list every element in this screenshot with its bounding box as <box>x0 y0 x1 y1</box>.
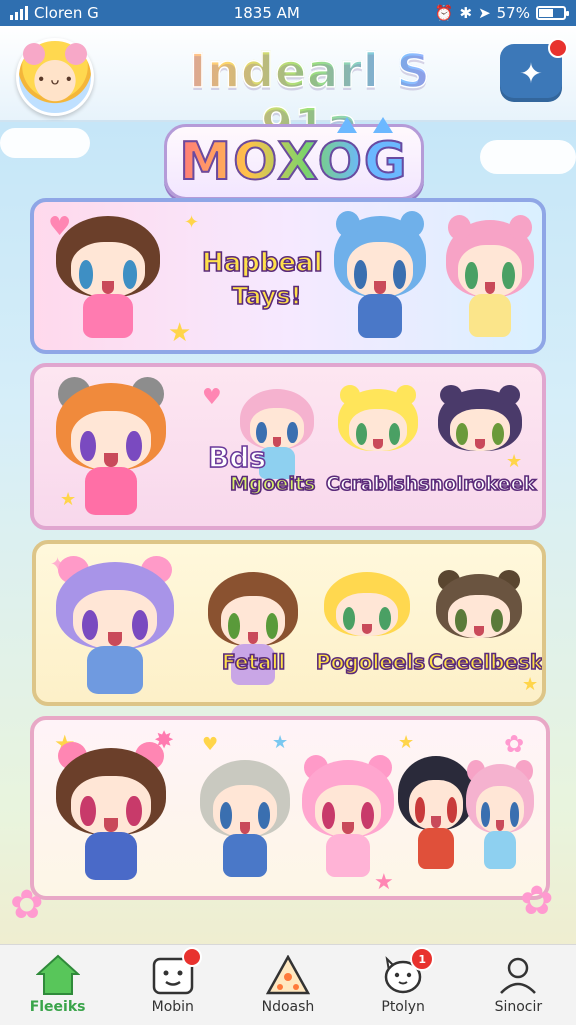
tab-label: Sinocir <box>494 999 543 1015</box>
bottom-tab-bar: Fleeiks Mobin Ndoash 1 Ptolyn Sinocir <box>0 944 576 1025</box>
tab-badge <box>181 947 202 967</box>
tab-label: Mobin <box>151 999 194 1015</box>
chibi-character[interactable] <box>56 216 160 346</box>
user-avatar[interactable]: • ᴗ • <box>16 38 94 116</box>
card-label: Hapbeal <box>201 247 323 279</box>
card-label: nolrokeek <box>429 472 537 496</box>
tab-home[interactable]: Fleeiks <box>8 945 108 1025</box>
chibi-character[interactable] <box>200 760 290 884</box>
chibi-character[interactable] <box>398 756 474 876</box>
card-label: Tays! <box>231 281 302 311</box>
star-icon: ★ <box>168 318 192 348</box>
game-logo: MOXOG <box>164 117 424 200</box>
tab-ndoash[interactable]: Ndoash <box>238 945 338 1025</box>
flower-icon: ✿ <box>10 882 44 928</box>
star-icon: ★ <box>522 674 539 695</box>
battery-percent: 57% <box>496 4 530 22</box>
notification-badge <box>548 38 568 58</box>
chibi-character[interactable] <box>466 759 534 876</box>
card-label: Pogoleels <box>315 649 426 675</box>
chibi-character[interactable] <box>56 377 166 523</box>
logo-text: MOXOG <box>178 131 409 193</box>
card-label: Mgoeits <box>229 472 316 496</box>
heart-icon: ♥ <box>202 385 222 410</box>
character-card[interactable]: ♥ ★ ★ Bds Mgoeits Ccrabishs nolrokeek <box>30 363 546 530</box>
alarm-icon: ⏰ <box>434 4 454 22</box>
star-icon: ★ <box>398 732 415 753</box>
chibi-character[interactable] <box>56 556 174 702</box>
tab-label: Ndoash <box>261 999 315 1015</box>
location-icon: ➤ <box>478 4 491 22</box>
star-icon: ✦ <box>184 212 200 233</box>
cat-icon: 1 <box>380 947 435 997</box>
notification-button[interactable]: ✦ <box>500 38 568 102</box>
card-label: Fetall <box>221 649 286 675</box>
profile-icon <box>495 953 541 997</box>
star-icon: ★ <box>272 732 289 753</box>
cloud-decoration <box>0 128 90 158</box>
character-card[interactable]: ✦ ★ Fetall Pogoleels Ceeelbesk <box>32 540 546 706</box>
card-label: Bds <box>207 440 267 475</box>
battery-icon <box>535 6 569 20</box>
card-label: Ceeelbesk <box>427 649 544 675</box>
chibi-character[interactable] <box>302 755 394 884</box>
tab-badge: 1 <box>410 947 435 971</box>
tab-mobin[interactable]: Mobin <box>123 945 223 1025</box>
signal-icon <box>10 6 28 20</box>
home-icon <box>35 953 81 997</box>
flower-icon: ✿ <box>520 878 554 924</box>
star-icon: ✿ <box>504 730 525 758</box>
chibi-character[interactable] <box>56 742 166 888</box>
tab-ptolyn[interactable]: 1 Ptolyn <box>353 945 453 1025</box>
tab-label: Fleeiks <box>29 999 86 1015</box>
cloud-decoration <box>480 140 576 174</box>
face-icon <box>150 947 202 997</box>
character-card[interactable]: ♥ ★ ✦ Hapbeal Tays! <box>30 198 546 354</box>
chibi-character[interactable] <box>446 215 534 344</box>
status-bar: Cloren G 1835 AM ⏰ ✱ ➤ 57% <box>0 0 576 26</box>
pet-icon: ✦ <box>519 56 543 90</box>
carrier-label: Cloren G <box>34 4 99 22</box>
tab-sinocir[interactable]: Sinocir <box>468 945 568 1025</box>
status-time: 1835 AM <box>233 4 300 22</box>
chibi-character[interactable] <box>334 210 426 346</box>
chibi-character[interactable] <box>208 572 298 692</box>
bluetooth-icon: ✱ <box>459 4 473 22</box>
pizza-icon <box>265 953 311 997</box>
card-label: Ccrabishs <box>325 472 430 496</box>
cat-ears-icon <box>329 117 401 137</box>
tab-label: Ptolyn <box>381 999 425 1015</box>
character-card[interactable]: ★ ✸ ♥ ★ ★ ✿ ★ <box>30 716 550 900</box>
heart-icon: ♥ <box>202 734 219 755</box>
app-header: • ᴗ • Indearl S 91a ✦ <box>0 26 576 153</box>
